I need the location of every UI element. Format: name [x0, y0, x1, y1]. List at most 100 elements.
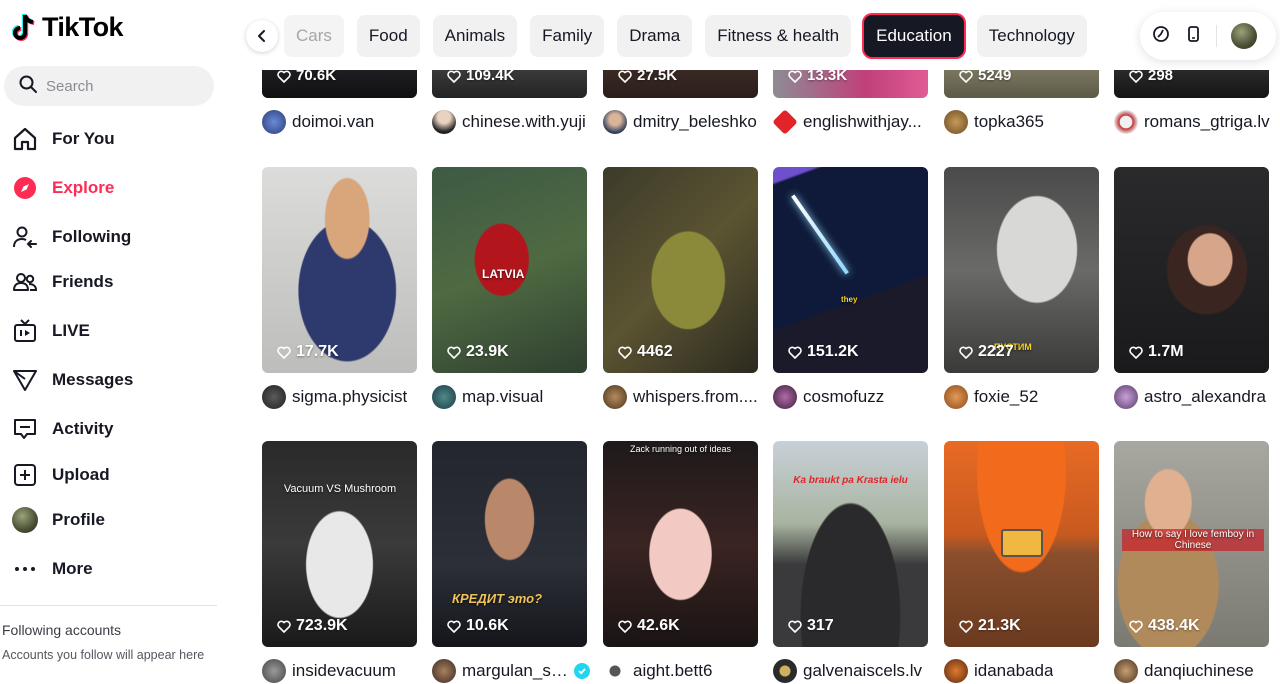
video-thumbnail[interactable]: 4462 — [603, 167, 758, 373]
video-author[interactable]: map.visual — [432, 385, 590, 409]
video-thumbnail[interactable]: How to say I love femboy in Chinese 438.… — [1114, 441, 1269, 647]
author-name: map.visual — [462, 387, 544, 406]
nav-profile[interactable]: Profile — [8, 498, 218, 542]
like-count: 298 — [1128, 70, 1173, 84]
author-name: chinese.with.yuji — [462, 112, 586, 131]
nav-upload[interactable]: Upload — [8, 453, 218, 497]
video-author[interactable]: astro_alexandra — [1114, 385, 1272, 409]
video-author[interactable]: idanabada — [944, 659, 1102, 683]
user-avatar[interactable] — [1231, 23, 1257, 49]
category-chip-technology[interactable]: Technology — [976, 15, 1087, 57]
nav-following[interactable]: Following — [8, 215, 218, 259]
author-name: romans_gtriga.lv — [1144, 112, 1270, 131]
verified-badge-icon — [574, 663, 590, 679]
heart-icon — [277, 70, 291, 83]
video-thumbnail[interactable]: 13.3K — [773, 70, 928, 98]
like-count: 17.7K — [276, 343, 339, 361]
video-author[interactable]: doimoi.van — [262, 110, 420, 134]
author-name: topka365 — [974, 112, 1044, 131]
like-count: 723.9K — [276, 617, 348, 635]
video-author[interactable]: englishwithjay... — [772, 109, 931, 135]
video-thumbnail[interactable]: LATVIA 23.9K — [432, 167, 587, 373]
video-thumbnail[interactable]: 17.7K — [262, 167, 417, 373]
video-thumbnail[interactable]: 1.7M — [1114, 167, 1269, 373]
author-name: whispers.from.... — [633, 387, 758, 406]
like-count: 438.4K — [1128, 617, 1200, 635]
video-overlay-text: КРЕДИТ это? — [452, 591, 543, 606]
video-author[interactable]: romans_gtriga.lv — [1114, 110, 1272, 134]
author-avatar — [262, 110, 286, 134]
nav-live[interactable]: LIVE — [8, 309, 218, 353]
coins-icon[interactable] — [1152, 25, 1170, 48]
video-author[interactable]: dmitry_beleshko — [603, 110, 761, 134]
heart-icon — [1129, 620, 1143, 633]
video-thumbnail[interactable]: 5249 — [944, 70, 1099, 98]
heart-icon — [959, 620, 973, 633]
video-author[interactable]: aight.bett6 — [603, 659, 761, 683]
category-chip-fitness-health[interactable]: Fitness & health — [705, 15, 852, 57]
video-thumbnail[interactable]: КРЕДИТ это? 10.6K — [432, 441, 587, 647]
video-author[interactable]: foxie_52 — [944, 385, 1102, 409]
video-author[interactable]: margulan_se... — [432, 659, 590, 683]
video-author[interactable]: whispers.from.... — [603, 385, 761, 409]
heart-icon — [788, 346, 802, 359]
author-avatar — [603, 110, 627, 134]
search-input[interactable] — [46, 77, 196, 95]
nav-more[interactable]: More — [8, 547, 218, 591]
nav-messages[interactable]: Messages — [8, 358, 218, 402]
video-thumbnail[interactable]: 298 — [1114, 70, 1269, 98]
video-thumbnail[interactable]: they 151.2K — [773, 167, 928, 373]
video-author[interactable]: insidevacuum — [262, 659, 420, 683]
tiktok-logo[interactable]: TikTok — [11, 12, 124, 43]
video-thumbnail[interactable]: Vacuum VS Mushroom 723.9K — [262, 441, 417, 647]
author-name: sigma.physicist — [292, 387, 408, 406]
video-author[interactable]: topka365 — [944, 110, 1102, 134]
author-name: galvenaiscels.lv — [803, 661, 923, 680]
activity-icon — [12, 416, 38, 442]
nav-activity[interactable]: Activity — [8, 407, 218, 451]
video-thumbnail[interactable]: ПУСТИМ 2227 — [944, 167, 1099, 373]
nav-label: Following — [52, 227, 132, 246]
author-avatar — [603, 385, 627, 409]
category-bar: Cars Food Animals Family Drama Fitness &… — [246, 15, 1100, 57]
video-thumbnail[interactable]: 109.4K — [432, 70, 587, 98]
video-thumbnail[interactable]: 70.6K — [262, 70, 417, 98]
home-icon — [12, 126, 38, 152]
category-chip-education[interactable]: Education — [864, 15, 964, 57]
search-box[interactable] — [4, 66, 214, 106]
video-thumbnail[interactable]: 27.5K — [603, 70, 758, 98]
video-author[interactable]: chinese.with.yuji — [432, 110, 590, 134]
author-name: foxie_52 — [974, 387, 1039, 406]
author-avatar — [432, 659, 456, 683]
nav-label: LIVE — [52, 321, 90, 340]
like-count: 151.2K — [787, 343, 859, 361]
author-avatar — [772, 109, 798, 135]
author-avatar — [944, 385, 968, 409]
nav-label: Messages — [52, 370, 134, 389]
category-chip-animals[interactable]: Animals — [432, 15, 518, 57]
category-chip-food[interactable]: Food — [356, 15, 420, 57]
tiktok-note-icon — [11, 13, 38, 43]
nav-label: Upload — [52, 465, 110, 484]
nav-friends[interactable]: Friends — [8, 260, 218, 304]
category-chip-drama[interactable]: Drama — [617, 15, 693, 57]
like-count: 27.5K — [617, 70, 677, 84]
nav-explore[interactable]: Explore — [8, 166, 218, 210]
video-author[interactable]: galvenaiscels.lv — [773, 659, 931, 683]
like-count: 2227 — [958, 343, 1014, 361]
category-chip-cars[interactable]: Cars — [284, 15, 344, 57]
video-author[interactable]: cosmofuzz — [773, 385, 931, 409]
video-thumbnail[interactable]: 21.3K — [944, 441, 1099, 647]
category-chip-family[interactable]: Family — [530, 15, 605, 57]
video-thumbnail[interactable]: Ka braukt pa Krasta ielu 317 — [773, 441, 928, 647]
following-accounts-subtitle: Accounts you follow will appear here — [2, 648, 205, 662]
author-name: danqiuchinese — [1144, 661, 1254, 680]
mobile-app-icon[interactable] — [1184, 25, 1202, 48]
video-overlay-text: Zack running out of ideas — [629, 444, 732, 454]
video-author[interactable]: sigma.physicist — [262, 385, 420, 409]
nav-for-you[interactable]: For You — [8, 117, 218, 161]
video-thumbnail[interactable]: Zack running out of ideas 42.6K — [603, 441, 758, 647]
heart-icon — [1129, 70, 1143, 83]
scroll-left-button[interactable] — [246, 20, 278, 52]
video-author[interactable]: danqiuchinese — [1114, 659, 1272, 683]
